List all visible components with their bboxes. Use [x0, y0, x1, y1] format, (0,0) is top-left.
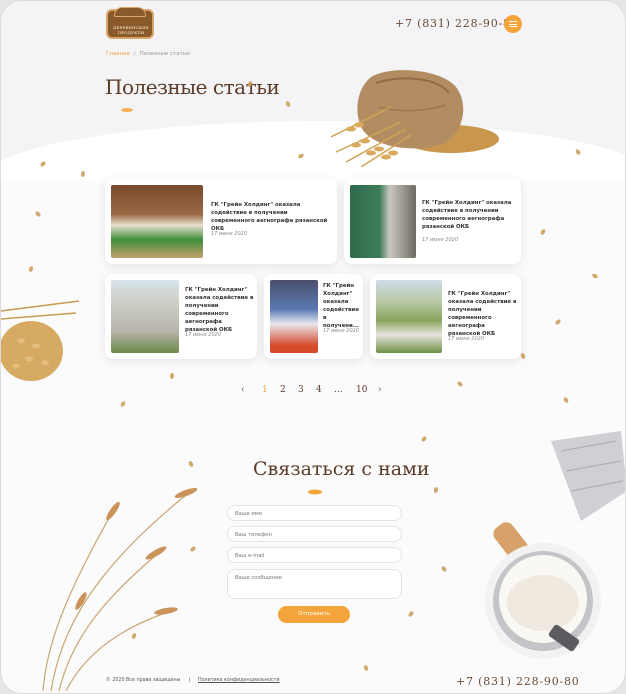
article-card[interactable]: ГК "Грейн Холдинг" оказала содействие в …	[344, 179, 521, 264]
grain-decoration	[433, 486, 439, 494]
breadcrumb: Главная / Полезные статьи	[106, 51, 190, 57]
chevron-left-icon[interactable]: ‹	[241, 385, 245, 395]
page-frame: ДЕРЕВЕНСКИЕ ПРОДУКТЫ +7 (831) 228-90-80 …	[0, 0, 626, 694]
logo[interactable]: ДЕРЕВЕНСКИЕ ПРОДУКТЫ	[106, 7, 154, 39]
grain-decoration	[119, 400, 127, 408]
article-date: 17 июня 2020	[422, 237, 459, 243]
name-field[interactable]: Ваше имя	[227, 505, 402, 521]
logo-roof	[114, 7, 146, 17]
contact-title: Связаться с нами	[253, 458, 430, 480]
grain-decoration	[169, 372, 175, 380]
page-link[interactable]: 3	[298, 385, 304, 395]
article-title[interactable]: ГК "Грейн Холдинг" оказала содействие в …	[185, 286, 255, 334]
breadcrumb-separator: /	[133, 51, 136, 57]
article-image	[111, 280, 179, 353]
copyright: © 2020 Все права защищены	[106, 678, 181, 683]
message-field[interactable]: Ваше сообщение	[227, 569, 402, 599]
email-field[interactable]: Ваш e-mail	[227, 547, 402, 563]
wheat-grain-icon	[308, 489, 322, 495]
article-title[interactable]: ГК "Грейн Холдинг" оказала содействие в …	[211, 201, 329, 233]
article-image	[111, 185, 203, 258]
page-link[interactable]: 10	[356, 385, 367, 395]
grain-pile-illustration	[1, 300, 80, 381]
grain-decoration	[407, 610, 415, 618]
flour-sieve-illustration	[485, 431, 625, 659]
article-image	[376, 280, 442, 353]
article-title[interactable]: ГК "Грейн Холдинг" оказала содействие в …	[448, 290, 518, 338]
article-card[interactable]: ГК "Грейн Холдинг" оказала содействие в …	[105, 274, 257, 359]
phone-field[interactable]: Ваш телефон	[227, 526, 402, 542]
page-link[interactable]: 4	[316, 385, 322, 395]
article-date: 17 июня 2020	[211, 231, 248, 237]
wheat-stalks-illustration	[42, 488, 198, 691]
breadcrumb-home[interactable]: Главная	[106, 51, 130, 57]
article-date: 17 июня 2020	[323, 328, 360, 334]
article-title[interactable]: ГК "Грейн Холдинг" оказала содействие в …	[323, 282, 361, 330]
privacy-policy-link[interactable]: Политика конфиденциальности	[198, 678, 279, 683]
grain-decoration	[187, 460, 195, 468]
pagination: ‹ 1 2 3 4 ... 10 ›	[241, 385, 391, 397]
grain-decoration	[420, 435, 428, 443]
grain-decoration	[520, 352, 526, 360]
grain-decoration	[440, 565, 448, 573]
hamburger-icon-line	[509, 26, 517, 28]
logo-text: ДЕРЕВЕНСКИЕ ПРОДУКТЫ	[113, 25, 149, 35]
grain-decoration	[591, 272, 599, 280]
page-link[interactable]: 2	[280, 385, 286, 395]
grain-decoration	[562, 396, 570, 404]
grain-decoration	[363, 664, 369, 672]
footer-separator: |	[188, 678, 191, 683]
footer-phone[interactable]: +7 (831) 228-90-80	[456, 675, 580, 688]
grain-decoration	[121, 108, 133, 112]
grain-sack-illustration	[331, 70, 499, 167]
article-title[interactable]: ГК "Грейн Холдинг" оказала содействие в …	[422, 199, 516, 231]
article-date: 17 июня 2020	[448, 336, 485, 342]
article-card[interactable]: ГК "Грейн Холдинг" оказала содействие в …	[370, 274, 521, 359]
footer: © 2020 Все права защищены | Политика конфи…	[106, 678, 279, 683]
hamburger-icon-line	[509, 23, 517, 25]
article-image	[270, 280, 318, 353]
page-title: Полезные статьи	[105, 75, 280, 99]
page-ellipsis: ...	[334, 385, 343, 395]
article-card[interactable]: ГК "Грейн Холдинг" оказала содействие в …	[105, 179, 337, 264]
page-link[interactable]: 1	[262, 385, 268, 395]
grain-decoration	[456, 380, 464, 388]
grain-decoration	[554, 318, 562, 326]
article-image	[350, 185, 416, 258]
grain-decoration	[34, 210, 42, 218]
chevron-right-icon[interactable]: ›	[378, 385, 382, 395]
header-phone[interactable]: +7 (831) 228-90-80	[395, 17, 519, 30]
grain-decoration	[539, 228, 547, 236]
menu-button[interactable]	[504, 15, 522, 33]
article-date: 17 июня 2020	[185, 332, 222, 338]
article-card[interactable]: ГК "Грейн Холдинг" оказала содействие в …	[264, 274, 363, 359]
breadcrumb-current: Полезные статьи	[139, 51, 190, 57]
hamburger-icon	[509, 21, 517, 23]
grain-decoration	[28, 265, 34, 273]
submit-button[interactable]: Отправить	[278, 606, 350, 623]
